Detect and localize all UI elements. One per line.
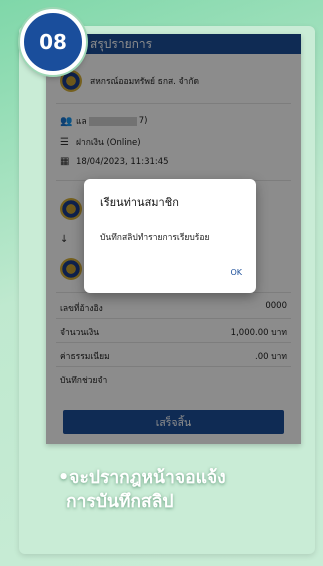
dialog-message: บันทึกสลิปทำรายการเรียบร้อย: [100, 233, 210, 243]
step-badge: 08: [20, 9, 86, 75]
dialog-title: เรียนท่านสมาชิก: [100, 196, 179, 209]
dialog-ok-button[interactable]: OK: [230, 268, 242, 277]
caption-line-2: การบันทึกสลิป: [66, 492, 174, 512]
caption-line-1: •จะปรากฎหน้าจอแจ้ง: [58, 468, 226, 488]
phone-screen: สรุปรายการ สหกรณ์ออมทรัพย์ ธกส. จำกัด 👥 …: [46, 34, 301, 444]
instruction-caption: •จะปรากฎหน้าจอแจ้ง การบันทึกสลิป: [58, 466, 308, 514]
success-dialog: เรียนท่านสมาชิก บันทึกสลิปทำรายการเรียบร…: [84, 179, 256, 293]
